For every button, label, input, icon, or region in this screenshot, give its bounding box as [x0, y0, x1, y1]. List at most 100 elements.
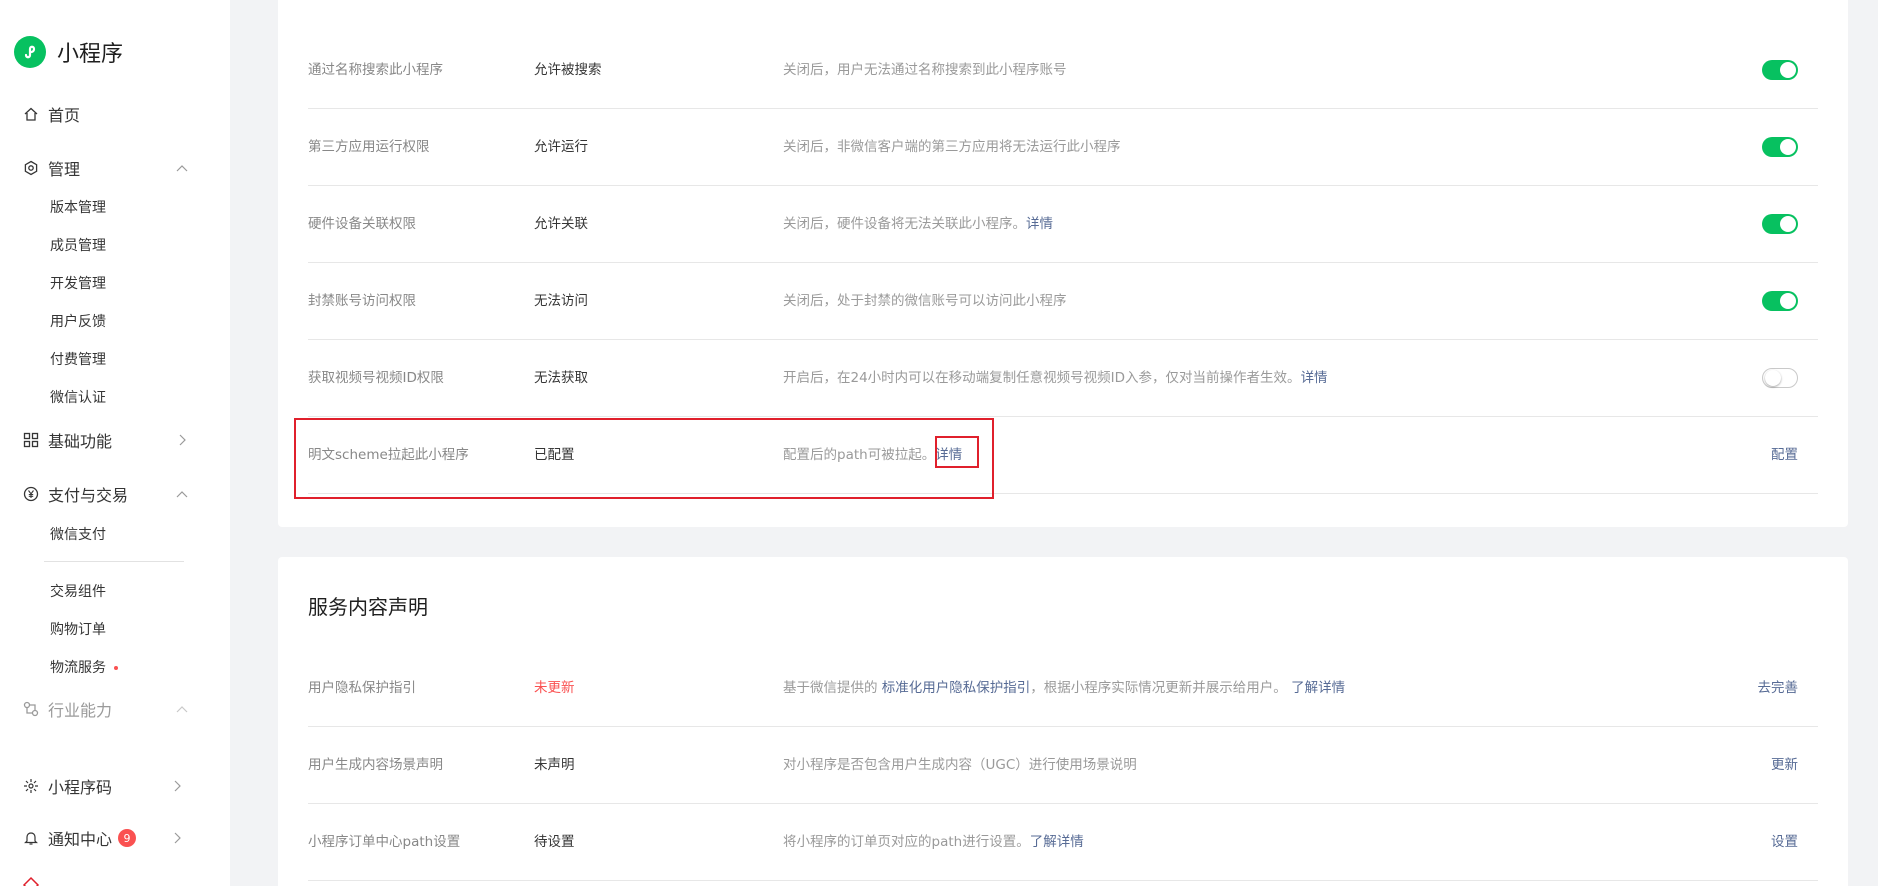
nav-home-label: 首页 — [48, 106, 81, 125]
desc-prefix: 对小程序是否包含用户生成内容（UGC）进行使用场景说明 — [783, 757, 1137, 773]
qrcode-icon — [22, 777, 40, 795]
industry-icon — [22, 700, 40, 718]
nav-member-manage[interactable]: 成员管理 — [50, 234, 106, 258]
desc-suffix: ，根据小程序实际情况更新并展示给用户。 — [1030, 680, 1292, 696]
nav-wechat-verify[interactable]: 微信认证 — [50, 386, 106, 410]
nav-version-manage[interactable]: 版本管理 — [50, 196, 106, 220]
service-declaration-card: 服务内容声明 用户隐私保护指引 未更新 基于微信提供的 标准化用户隐私保护指引，… — [278, 557, 1848, 886]
declaration-desc: 对小程序是否包含用户生成内容（UGC）进行使用场景说明 — [783, 727, 1137, 803]
chevron-right-icon — [169, 830, 185, 846]
declaration-status: 待设置 — [534, 834, 575, 850]
mini-program-logo-icon — [14, 36, 46, 68]
yuan-icon — [22, 485, 40, 503]
details-link[interactable]: 详情 — [1026, 216, 1053, 232]
permission-name: 封禁账号访问权限 — [308, 293, 416, 309]
permission-desc-text: 关闭后，非微信客户端的第三方应用将无法运行此小程序 — [783, 139, 1121, 155]
bell-icon — [22, 829, 40, 847]
nav-wechat-pay[interactable]: 微信支付 — [50, 523, 106, 547]
nav-divider — [44, 561, 184, 562]
permission-desc-text: 关闭后，处于封禁的微信账号可以访问此小程序 — [783, 293, 1067, 309]
nav-logistics-label: 物流服务 — [50, 660, 106, 676]
home-icon — [22, 105, 40, 123]
privacy-guide-link[interactable]: 标准化用户隐私保护指引 — [882, 680, 1031, 696]
permission-row: 获取视频号视频ID权限 无法获取 开启后，在24小时内可以在移动端复制任意视频号… — [308, 340, 1818, 417]
permission-name: 获取视频号视频ID权限 — [308, 370, 444, 386]
permission-desc-text: 配置后的path可被拉起。 — [783, 447, 936, 463]
nav-dev-manage[interactable]: 开发管理 — [50, 272, 106, 296]
permission-row: 封禁账号访问权限 无法访问 关闭后，处于封禁的微信账号可以访问此小程序 — [308, 263, 1818, 340]
permission-desc-text: 开启后，在24小时内可以在移动端复制任意视频号视频ID入参，仅对当前操作者生效。 — [783, 370, 1301, 386]
section-title: 服务内容声明 — [308, 595, 428, 619]
desc-prefix: 将小程序的订单页对应的path进行设置。 — [783, 834, 1030, 850]
nav-basic-features-label: 基础功能 — [48, 432, 113, 451]
nav-paid-manage[interactable]: 付费管理 — [50, 348, 106, 372]
nav-manage-label: 管理 — [48, 160, 81, 179]
sidebar: 小程序 首页 管理 版本管理 成员管理 开发管理 用户反馈 付费管理 微信认证 … — [0, 0, 230, 886]
new-dot — [114, 666, 118, 670]
permission-status: 无法访问 — [534, 293, 588, 309]
nav-pay-trade-label: 支付与交易 — [48, 486, 129, 505]
desc-prefix: 基于微信提供的 — [783, 680, 882, 696]
permission-status: 允许运行 — [534, 139, 588, 155]
declaration-status: 未声明 — [534, 757, 575, 773]
declaration-status: 未更新 — [534, 680, 575, 696]
brand[interactable]: 小程序 — [14, 36, 123, 68]
toggle-knob — [1780, 216, 1796, 232]
toggle-knob — [1765, 370, 1781, 386]
nav-basic-features[interactable]: 基础功能 — [22, 425, 190, 455]
permission-desc: 关闭后，硬件设备将无法关联此小程序。详情 — [783, 186, 1053, 262]
notification-count-badge: 9 — [118, 829, 137, 847]
permission-name: 硬件设备关联权限 — [308, 216, 416, 232]
permission-desc-text: 关闭后，硬件设备将无法关联此小程序。 — [783, 216, 1026, 232]
permission-status: 已配置 — [534, 447, 575, 463]
search-by-name-toggle[interactable] — [1762, 60, 1798, 80]
nav-user-feedback[interactable]: 用户反馈 — [50, 310, 106, 334]
nav-manage[interactable]: 管理 — [22, 153, 190, 183]
banned-account-toggle[interactable] — [1762, 291, 1798, 311]
nav-qrcode[interactable]: 小程序码 — [22, 771, 185, 801]
chevron-right-icon — [174, 432, 190, 448]
declaration-name: 用户隐私保护指引 — [308, 680, 416, 696]
permission-desc: 配置后的path可被拉起。详情 — [783, 417, 962, 493]
nav-home[interactable]: 首页 — [22, 99, 190, 129]
chevron-up-icon — [174, 701, 190, 717]
configure-link[interactable]: 配置 — [1771, 417, 1798, 493]
setup-link[interactable]: 设置 — [1771, 804, 1798, 880]
scheme-details-link[interactable]: 详情 — [935, 447, 962, 463]
permission-row: 明文scheme拉起此小程序 已配置 配置后的path可被拉起。详情 配置 — [308, 417, 1818, 494]
permission-status: 无法获取 — [534, 370, 588, 386]
declaration-desc: 基于微信提供的 标准化用户隐私保护指引，根据小程序实际情况更新并展示给用户。 了… — [783, 650, 1345, 726]
nav-industry[interactable]: 行业能力 — [22, 694, 190, 724]
nav-shopping-orders[interactable]: 购物订单 — [50, 618, 106, 642]
nav-pay-trade[interactable]: 支付与交易 — [22, 479, 190, 509]
declaration-row: 用户生成内容场景声明 未声明 对小程序是否包含用户生成内容（UGC）进行使用场景… — [308, 727, 1818, 804]
update-link[interactable]: 更新 — [1771, 727, 1798, 803]
complete-link[interactable]: 去完善 — [1758, 650, 1799, 726]
settings-icon — [22, 159, 40, 177]
nav-notifications[interactable]: 通知中心 9 — [22, 823, 185, 853]
nav-partial-item-icon — [22, 876, 40, 886]
nav-notifications-label: 通知中心 — [48, 830, 113, 849]
permissions-card: 通过名称搜索此小程序 允许被搜索 关闭后，用户无法通过名称搜索到此小程序账号 第… — [278, 0, 1848, 527]
hardware-link-toggle[interactable] — [1762, 214, 1798, 234]
permission-name: 明文scheme拉起此小程序 — [308, 447, 469, 463]
grid-icon — [22, 431, 40, 449]
permission-row: 通过名称搜索此小程序 允许被搜索 关闭后，用户无法通过名称搜索到此小程序账号 — [308, 32, 1818, 109]
learn-more-link[interactable]: 了解详情 — [1030, 834, 1084, 850]
third-party-run-toggle[interactable] — [1762, 137, 1798, 157]
nav-trade-component[interactable]: 交易组件 — [50, 580, 106, 604]
permission-desc: 关闭后，非微信客户端的第三方应用将无法运行此小程序 — [783, 109, 1121, 185]
permission-name: 通过名称搜索此小程序 — [308, 62, 443, 78]
toggle-knob — [1780, 139, 1796, 155]
video-id-toggle[interactable] — [1762, 368, 1798, 388]
permission-name: 第三方应用运行权限 — [308, 139, 430, 155]
toggle-knob — [1780, 62, 1796, 78]
nav-industry-label: 行业能力 — [48, 701, 113, 720]
chevron-right-icon — [169, 778, 185, 794]
nav-logistics[interactable]: 物流服务 — [50, 656, 118, 680]
permission-status: 允许关联 — [534, 216, 588, 232]
details-link[interactable]: 详情 — [1301, 370, 1328, 386]
learn-more-link[interactable]: 了解详情 — [1291, 680, 1345, 696]
brand-title: 小程序 — [57, 42, 124, 67]
permission-desc: 开启后，在24小时内可以在移动端复制任意视频号视频ID入参，仅对当前操作者生效。… — [783, 340, 1328, 416]
